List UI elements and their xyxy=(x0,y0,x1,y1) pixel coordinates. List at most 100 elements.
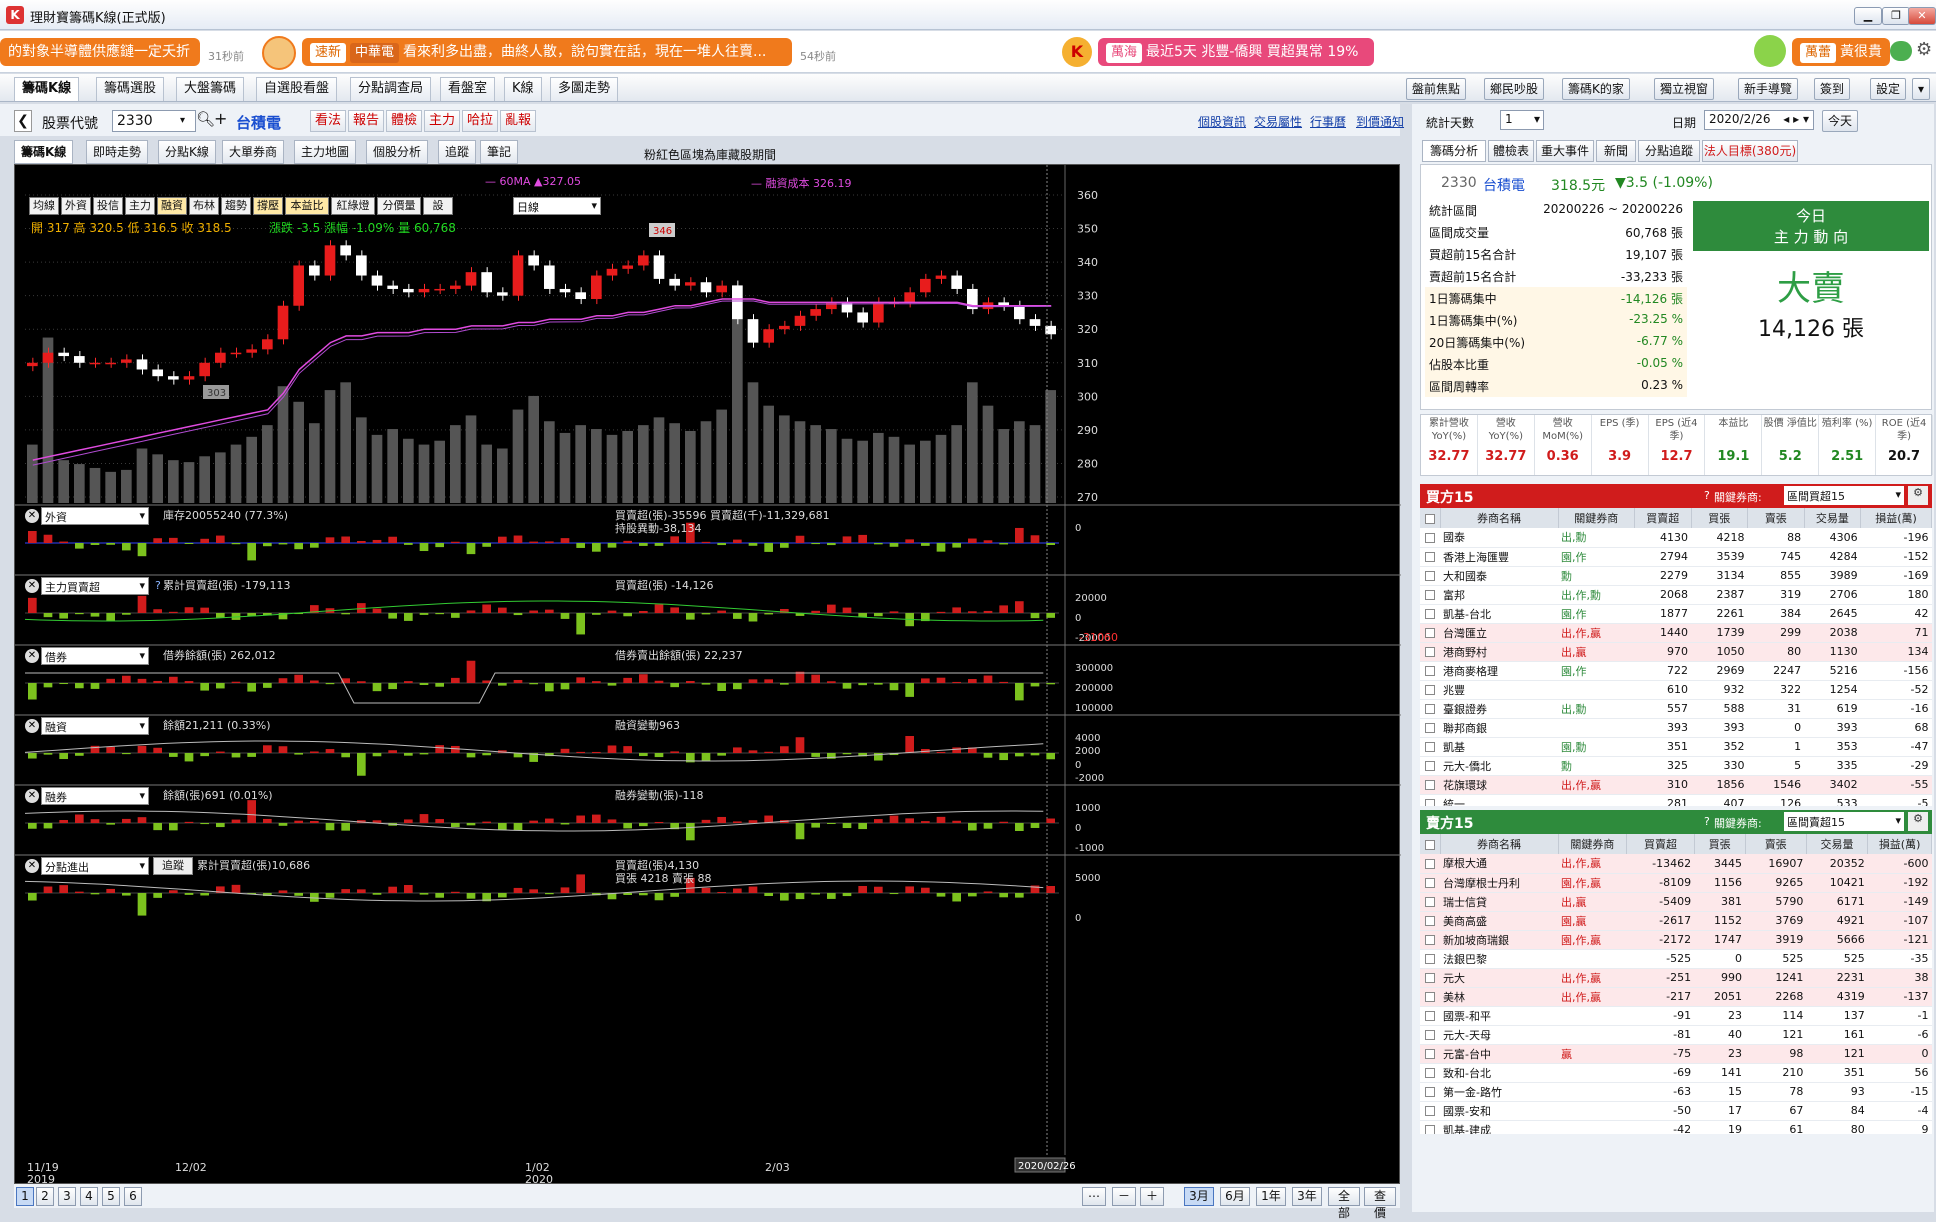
row-checkbox[interactable] xyxy=(1420,1006,1440,1026)
row-checkbox[interactable] xyxy=(1420,949,1440,969)
news-item-4[interactable]: 萬蕾 黃很貴 xyxy=(1792,38,1890,66)
table-row[interactable]: 瑞士信貸 出,贏 -5409 381 5790 6171 -149 xyxy=(1420,892,1932,912)
table-row[interactable]: 元富-台中贏 -75 23 98 121 0 xyxy=(1420,1044,1932,1064)
table-row[interactable]: 大和國泰勳 2279 3134 855 3989 -169 xyxy=(1420,566,1932,586)
panel-select-0[interactable]: 外資 ▾ xyxy=(41,507,149,525)
news-item-1[interactable]: 的對象半導體供應鏈一定夭折 xyxy=(0,38,200,66)
close-button[interactable]: ✕ xyxy=(1908,7,1936,25)
tab-watch-room[interactable]: 看盤室 xyxy=(440,77,496,101)
buy-filter-select[interactable]: 區間買超15 ▾ xyxy=(1784,486,1904,505)
row-checkbox[interactable] xyxy=(1420,775,1440,795)
maximize-button[interactable]: ❐ xyxy=(1882,7,1910,25)
table-row[interactable]: 元大-天母 -81 40 121 161 -6 xyxy=(1420,1025,1932,1045)
panel-close-icon[interactable]: ✕ xyxy=(25,649,39,663)
table-row[interactable]: 元大 出,作,贏 -251 990 1241 2231 38 xyxy=(1420,968,1932,988)
tab-chip-kline[interactable]: 籌碼K線 xyxy=(14,77,80,101)
table-row[interactable]: 港商野村 出,贏 970 1050 80 1130 134 xyxy=(1420,642,1932,662)
table-row[interactable]: 凱基-台北 園,作 1877 2261 384 2645 42 xyxy=(1420,604,1932,624)
track-button[interactable]: 追蹤 xyxy=(153,857,193,875)
table-row[interactable]: 凱基 園,勳 351 352 1 353 -47 xyxy=(1420,737,1932,757)
subtab-big-orders[interactable]: 大單券商 xyxy=(222,140,285,164)
page-5[interactable]: 5 xyxy=(102,1187,120,1206)
add-icon[interactable]: + xyxy=(214,109,227,128)
forum-button[interactable]: 鄉民吵股 xyxy=(1484,78,1545,100)
row-checkbox[interactable] xyxy=(1420,642,1440,662)
row-checkbox[interactable] xyxy=(1420,680,1440,700)
page-3[interactable]: 3 xyxy=(58,1187,76,1206)
row-checkbox[interactable] xyxy=(1420,794,1440,806)
panel-close-icon[interactable]: ✕ xyxy=(25,509,39,523)
panel-close-icon[interactable]: ✕ xyxy=(25,789,39,803)
chipk-home-button[interactable]: 籌碼K的家 xyxy=(1562,78,1630,100)
checkin-button[interactable]: 簽到 xyxy=(1814,78,1851,100)
row-checkbox[interactable] xyxy=(1420,585,1440,605)
row-checkbox[interactable] xyxy=(1420,566,1440,586)
table-row[interactable]: 致和-台北 -69 141 210 351 56 xyxy=(1420,1063,1932,1083)
tab-multi-chart[interactable]: 多圖走勢 xyxy=(550,77,619,101)
row-checkbox[interactable] xyxy=(1420,930,1440,950)
row-checkbox[interactable] xyxy=(1420,854,1440,874)
table-row[interactable]: 統一 281 407 126 533 -5 xyxy=(1420,794,1932,806)
table-row[interactable]: 國泰 出,勳 4130 4218 88 4306 -196 xyxy=(1420,528,1932,548)
panel-select-4[interactable]: 融券 ▾ xyxy=(41,787,149,805)
row-checkbox[interactable] xyxy=(1420,661,1440,681)
search-icon[interactable]: 🔍︎ xyxy=(196,110,215,128)
select-all-checkbox[interactable] xyxy=(1420,834,1441,854)
right-tab-0[interactable]: 籌碼分析 xyxy=(1422,140,1486,162)
page-2[interactable]: 2 xyxy=(36,1187,54,1206)
back-icon[interactable]: ❮ xyxy=(14,110,32,132)
row-checkbox[interactable] xyxy=(1420,699,1440,719)
table-row[interactable]: 花旗環球 出,作,贏 310 1856 1546 3402 -55 xyxy=(1420,775,1932,795)
subtab-track[interactable]: 追蹤 xyxy=(438,140,477,164)
table-row[interactable]: 兆豐 610 932 322 1254 -52 xyxy=(1420,680,1932,700)
table-row[interactable]: 第一金-路竹 -63 15 78 93 -15 xyxy=(1420,1082,1932,1102)
right-tab-2[interactable]: 重大事件 xyxy=(1536,140,1594,162)
settings-dropdown-icon[interactable]: ▾ xyxy=(1912,78,1930,100)
page-1[interactable]: 1 xyxy=(16,1187,34,1206)
table-row[interactable]: 元大-僑北勳 325 330 5 335 -29 xyxy=(1420,756,1932,776)
table-row[interactable]: 臺銀證券 出,勳 557 588 31 619 -16 xyxy=(1420,699,1932,719)
range-1y[interactable]: 1年 xyxy=(1256,1187,1286,1206)
right-tab-5[interactable]: 法人目標(380元) xyxy=(1702,140,1798,162)
column-header[interactable]: 買賣超 xyxy=(1626,834,1695,854)
column-header[interactable]: 賣張 xyxy=(1747,508,1805,528)
mainforce-button[interactable]: 主力 xyxy=(424,110,461,132)
link-price-alert[interactable]: 到價通知 xyxy=(1356,113,1404,130)
range-3m[interactable]: 3月 xyxy=(1184,1187,1214,1206)
link-calendar[interactable]: 行事曆 xyxy=(1310,113,1346,130)
tab-watchlist[interactable]: 自選股看盤 xyxy=(256,77,338,101)
column-header[interactable]: 交易量 xyxy=(1804,508,1862,528)
link-trade-attr[interactable]: 交易屬性 xyxy=(1254,113,1302,130)
range-all[interactable]: 全部 xyxy=(1328,1187,1360,1220)
row-checkbox[interactable] xyxy=(1420,1101,1440,1121)
table-row[interactable]: 台灣摩根士丹利 園,作,贏 -8109 1156 9265 10421 -192 xyxy=(1420,873,1932,893)
chat-button[interactable]: 哈拉 xyxy=(462,110,499,132)
chart-area[interactable]: — 60MA ▲327.05 — 融資成本 326.19 均線 外資 投信 主力 融資布… xyxy=(14,164,1401,1185)
row-checkbox[interactable] xyxy=(1420,968,1440,988)
range-6m[interactable]: 6月 xyxy=(1220,1187,1250,1206)
stat-days-select[interactable]: 1 ▾ xyxy=(1500,110,1544,130)
panel-close-icon[interactable]: ✕ xyxy=(25,719,39,733)
panel-select-5[interactable]: 分點進出 ▾ xyxy=(41,857,149,875)
row-checkbox[interactable] xyxy=(1420,1120,1440,1134)
row-checkbox[interactable] xyxy=(1420,756,1440,776)
range-3y[interactable]: 3年 xyxy=(1292,1187,1322,1206)
tab-branch-survey[interactable]: 分點調查局 xyxy=(350,77,432,101)
link-stock-info[interactable]: 個股資訊 xyxy=(1198,113,1246,130)
scroll-icon[interactable]: ⋯ xyxy=(1082,1187,1106,1206)
buy-option-button[interactable]: ⚙ xyxy=(1908,486,1928,505)
table-row[interactable]: 摩根大通 出,作,贏 -13462 3445 16907 20352 -600 xyxy=(1420,854,1932,874)
column-header[interactable]: 買張 xyxy=(1691,508,1749,528)
report-button[interactable]: 報告 xyxy=(348,110,385,132)
sell-option-button[interactable]: ⚙ xyxy=(1908,812,1928,831)
panel-select-1[interactable]: 主力買賣超 ▾ xyxy=(41,577,149,595)
random-report-button[interactable]: 亂報 xyxy=(500,110,537,132)
subtab-branch-kline[interactable]: 分點K線 xyxy=(158,140,216,164)
checkup-button[interactable]: 體檢 xyxy=(386,110,423,132)
row-checkbox[interactable] xyxy=(1420,718,1440,738)
page-6[interactable]: 6 xyxy=(124,1187,142,1206)
row-checkbox[interactable] xyxy=(1420,528,1440,548)
gear-icon[interactable]: ⚙ xyxy=(1916,39,1932,60)
today-button[interactable]: 今天 xyxy=(1822,110,1859,132)
subtab-realtime[interactable]: 即時走勢 xyxy=(86,140,149,164)
